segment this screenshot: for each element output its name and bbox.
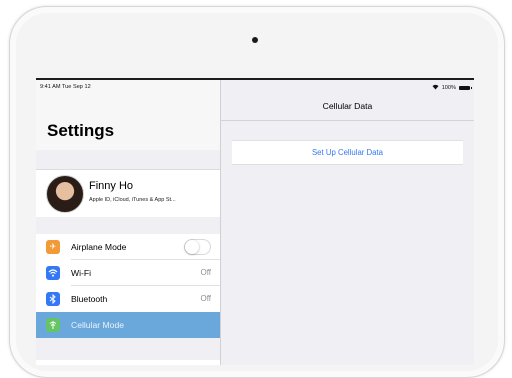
cellular-icon xyxy=(46,318,60,332)
bluetooth-status: Off xyxy=(200,294,211,303)
sidebar-item-label: Cellular Mode xyxy=(71,320,125,330)
apple-id-profile-row[interactable]: Finny Ho Apple ID, iCloud, iTunes & App … xyxy=(36,169,220,218)
wifi-icon xyxy=(46,266,60,280)
setup-cellular-data-button[interactable]: Set Up Cellular Data xyxy=(232,140,463,165)
group-spacer xyxy=(36,217,220,234)
page-title: Settings xyxy=(47,121,115,140)
detail-pane: Cellular Data Set Up Cellular Data xyxy=(221,80,474,365)
sidebar-item-wifi[interactable]: Wi-Fi Off xyxy=(36,260,220,286)
avatar xyxy=(46,175,84,213)
sidebar-item-bluetooth[interactable]: Bluetooth Off xyxy=(36,286,220,312)
sidebar-item-label: Bluetooth xyxy=(71,294,108,304)
status-bar: 9:41 AM Tue Sep 12 100% xyxy=(36,80,474,93)
settings-sidebar: Settings Finny Ho Apple ID, iCloud, iTun… xyxy=(36,80,221,365)
profile-subtitle: Apple ID, iCloud, iTunes & App St... xyxy=(89,197,176,203)
sidebar-item-cellular-mode[interactable]: Cellular Mode xyxy=(36,312,220,338)
divider xyxy=(221,120,474,121)
front-camera xyxy=(252,37,258,43)
sidebar-item-label: Wi-Fi xyxy=(71,268,92,278)
status-right: 100% xyxy=(432,84,472,92)
wifi-signal-icon xyxy=(432,84,439,92)
battery-percent: 100% xyxy=(441,85,456,91)
bluetooth-icon xyxy=(46,292,60,306)
sidebar-item-label: Airplane Mode xyxy=(71,242,127,252)
group-spacer xyxy=(36,338,220,360)
airplane-icon: ✈ xyxy=(46,240,60,254)
group-spacer xyxy=(36,150,220,169)
nav-title: Cellular Data xyxy=(322,101,373,111)
sidebar-item-airplane-mode[interactable]: ✈ Airplane Mode xyxy=(36,234,220,260)
ipad-screen: Settings Finny Ho Apple ID, iCloud, iTun… xyxy=(36,78,474,365)
status-time: 9:41 AM Tue Sep 12 xyxy=(40,84,91,90)
battery-icon xyxy=(459,85,472,91)
profile-name: Finny Ho xyxy=(89,180,134,192)
wifi-status: Off xyxy=(200,268,211,277)
airplane-mode-toggle[interactable] xyxy=(184,239,211,255)
